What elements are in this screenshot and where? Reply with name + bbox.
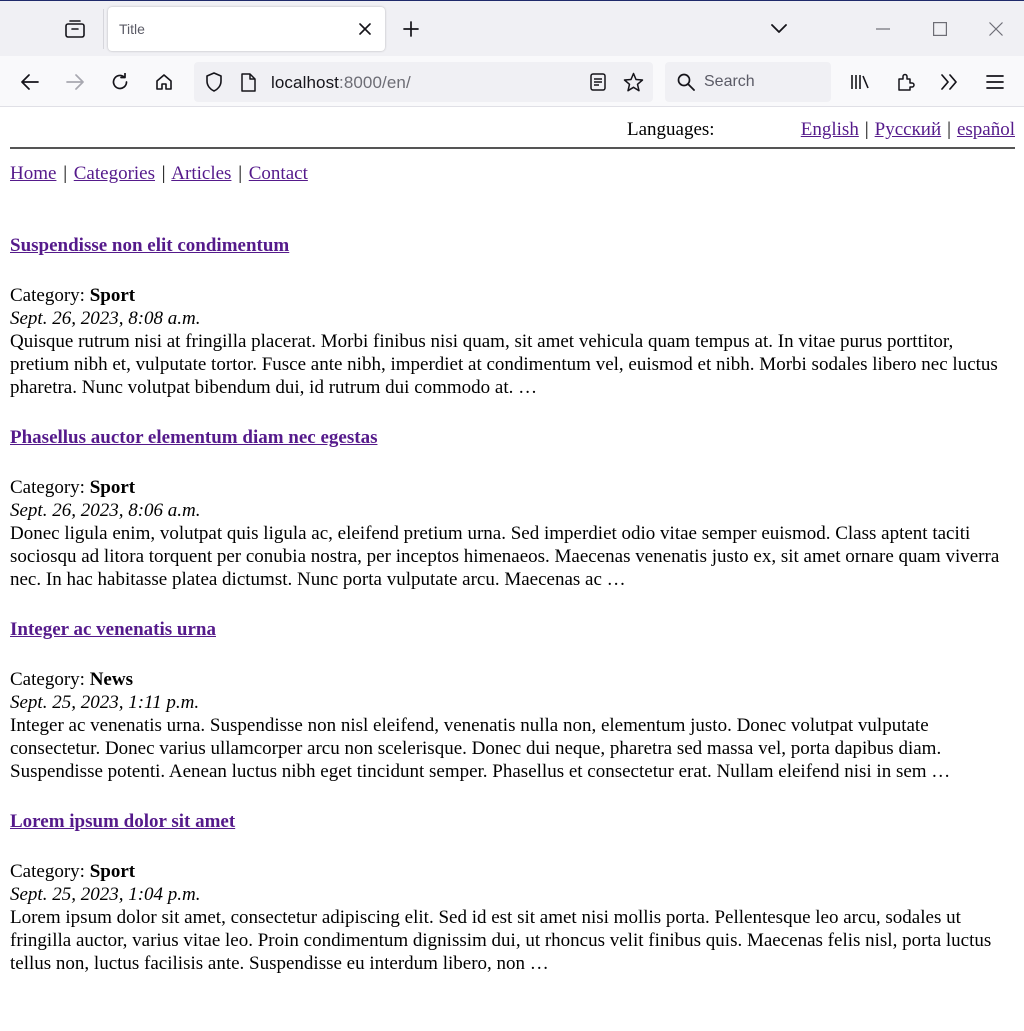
article-item: Integer ac venenatis urna Category: News…: [10, 618, 1015, 783]
tab-title: Title: [119, 21, 145, 37]
category-value: Sport: [89, 285, 136, 306]
url-path: :8000/en/: [339, 73, 411, 92]
article-date: Sept. 25, 2023, 1:11 p.m.: [10, 692, 200, 713]
navigation-toolbar: localhost:8000/en/ Search: [0, 56, 1024, 107]
article-title-link[interactable]: Suspendisse non elit condimentum: [10, 234, 1015, 257]
url-bar[interactable]: localhost:8000/en/: [194, 62, 653, 102]
nav-link-categories[interactable]: Categories: [74, 163, 155, 184]
separator: |: [864, 119, 869, 140]
tab-bar: Title: [0, 0, 1024, 56]
search-input[interactable]: Search: [704, 73, 755, 91]
language-link-russian[interactable]: Русский: [875, 119, 942, 140]
article-category: Category: Sport: [10, 476, 1015, 499]
article-excerpt: Integer ac venenatis urna. Suspendisse n…: [10, 715, 951, 782]
search-bar[interactable]: Search: [665, 62, 831, 102]
minimize-icon[interactable]: [869, 15, 897, 43]
close-icon[interactable]: [356, 20, 374, 38]
reader-view-icon[interactable]: [587, 72, 609, 92]
language-link-spanish[interactable]: español: [957, 119, 1015, 140]
language-links: English | Русский | español: [801, 119, 1015, 141]
main-nav: Home | Categories | Articles | Contact: [10, 163, 308, 185]
page-icon[interactable]: [238, 72, 258, 92]
home-icon[interactable]: [149, 67, 179, 97]
languages-label: Languages:: [627, 119, 715, 140]
forward-arrow-icon[interactable]: [60, 67, 90, 97]
hamburger-menu-icon[interactable]: [980, 67, 1010, 97]
tab-overview-icon[interactable]: [60, 15, 90, 43]
category-label: Category:: [10, 669, 85, 690]
article-item: Lorem ipsum dolor sit amet Category: Spo…: [10, 810, 1015, 975]
category-label: Category:: [10, 861, 85, 882]
language-bar: Languages: English | Русский | español: [10, 117, 1015, 149]
article-excerpt: Quisque rutrum nisi at fringilla placera…: [10, 331, 998, 398]
star-icon[interactable]: [621, 71, 645, 93]
article-title-link[interactable]: Phasellus auctor elementum diam nec eges…: [10, 426, 1015, 449]
category-value: Sport: [89, 477, 136, 498]
puzzle-icon[interactable]: [891, 67, 921, 97]
separator: |: [161, 163, 166, 184]
category-value: Sport: [89, 861, 136, 882]
article-list: Suspendisse non elit condimentum Categor…: [10, 234, 1015, 975]
nav-link-home[interactable]: Home: [10, 163, 56, 184]
plus-icon[interactable]: [398, 16, 424, 42]
article-category: Category: News: [10, 668, 1015, 691]
tab-divider: [103, 9, 104, 49]
article-title-link[interactable]: Integer ac venenatis urna: [10, 618, 1015, 641]
language-link-english[interactable]: English: [801, 119, 859, 140]
maximize-icon[interactable]: [926, 15, 954, 43]
url-text[interactable]: localhost:8000/en/: [271, 73, 411, 93]
article-excerpt: Donec ligula enim, volutpat quis ligula …: [10, 523, 1000, 590]
double-chevron-icon[interactable]: [934, 67, 964, 97]
category-value: News: [89, 669, 133, 690]
active-tab[interactable]: Title: [108, 7, 385, 51]
separator: |: [238, 163, 242, 184]
reload-icon[interactable]: [105, 67, 135, 97]
article-category: Category: Sport: [10, 860, 1015, 883]
window-close-icon[interactable]: [982, 15, 1010, 43]
article-date: Sept. 26, 2023, 8:06 a.m.: [10, 500, 201, 521]
article-excerpt: Lorem ipsum dolor sit amet, consectetur …: [10, 907, 992, 974]
library-icon[interactable]: [845, 67, 875, 97]
url-host: localhost: [271, 73, 339, 92]
nav-link-articles[interactable]: Articles: [171, 163, 231, 184]
back-arrow-icon[interactable]: [15, 67, 45, 97]
category-label: Category:: [10, 285, 85, 306]
search-icon: [676, 72, 696, 92]
article-category: Category: Sport: [10, 284, 1015, 307]
separator: |: [63, 163, 67, 184]
separator: |: [947, 119, 951, 140]
chevron-down-icon[interactable]: [766, 16, 792, 42]
shield-icon[interactable]: [203, 72, 225, 92]
article-date: Sept. 25, 2023, 1:04 p.m.: [10, 884, 201, 905]
article-item: Phasellus auctor elementum diam nec eges…: [10, 426, 1015, 591]
article-item: Suspendisse non elit condimentum Categor…: [10, 234, 1015, 399]
category-label: Category:: [10, 477, 85, 498]
article-date: Sept. 26, 2023, 8:08 a.m.: [10, 308, 201, 329]
article-title-link[interactable]: Lorem ipsum dolor sit amet: [10, 810, 1015, 833]
nav-link-contact[interactable]: Contact: [249, 163, 308, 184]
